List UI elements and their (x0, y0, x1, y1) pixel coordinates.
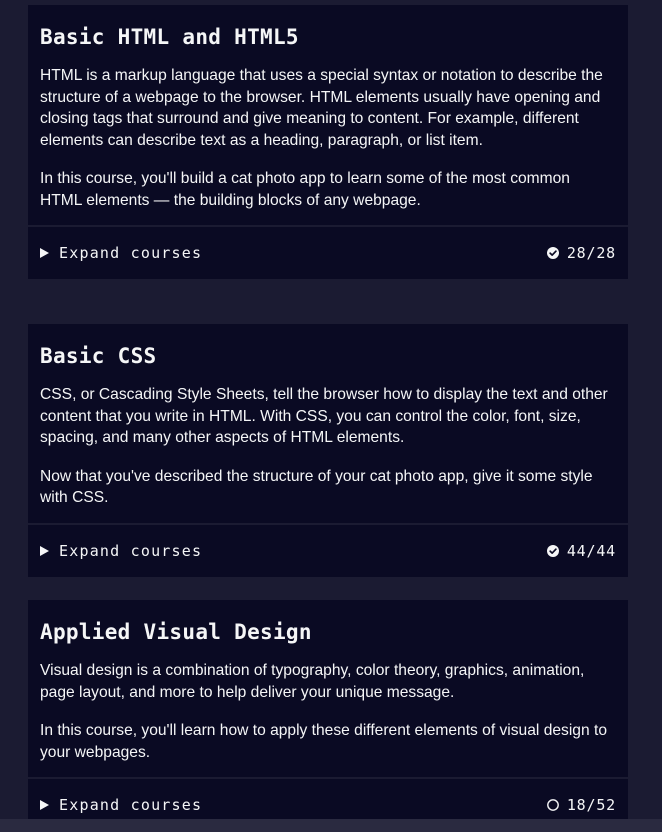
block-description-paragraph: Visual design is a combination of typogr… (40, 662, 585, 701)
page-bottom-edge (0, 819, 662, 832)
block-description: CSS, or Cascading Style Sheets, tell the… (40, 384, 616, 509)
block-title: Basic HTML and HTML5 (40, 25, 299, 49)
block-title: Applied Visual Design (40, 620, 312, 644)
block-description: HTML is a markup language that uses a sp… (40, 65, 616, 211)
expand-courses-label: Expand courses (59, 541, 203, 560)
block-applied-visual-design: Applied Visual Design Visual design is a… (28, 600, 628, 831)
triangle-right-icon (40, 248, 49, 258)
progress-text: 18/52 (566, 796, 616, 814)
triangle-right-icon (40, 800, 49, 810)
progress-text: 44/44 (566, 541, 616, 560)
block-description-paragraph: In this course, you'll build a cat photo… (40, 170, 570, 209)
block-description-paragraph: Now that you've described the structure … (40, 467, 593, 507)
check-circle-icon (546, 544, 559, 557)
expand-courses-button[interactable]: Expand courses 44/44 (28, 525, 628, 577)
expand-courses-button[interactable]: Expand courses 28/28 (28, 227, 628, 279)
block-description: Visual design is a combination of typogr… (40, 660, 616, 763)
expand-courses-control: Expand courses (40, 542, 202, 560)
block-header: Basic CSS CSS, or Cascading Style Sheets… (28, 324, 628, 523)
progress-count: 44/44 (546, 541, 616, 560)
progress-count: 28/28 (546, 244, 616, 262)
check-circle-icon (546, 247, 559, 259)
block-basic-css: Basic CSS CSS, or Cascading Style Sheets… (28, 324, 628, 577)
block-description-paragraph: In this course, you'll learn how to appl… (40, 722, 607, 761)
empty-circle-icon (546, 799, 559, 811)
progress-text: 28/28 (566, 244, 616, 262)
block-description-paragraph: CSS, or Cascading Style Sheets, tell the… (40, 386, 608, 446)
block-header: Applied Visual Design Visual design is a… (28, 600, 628, 777)
expand-courses-control: Expand courses (40, 244, 202, 262)
triangle-right-icon (40, 545, 49, 556)
progress-count: 18/52 (546, 796, 616, 814)
block-basic-html: Basic HTML and HTML5 HTML is a markup la… (28, 5, 628, 279)
block-description-paragraph: HTML is a markup language that uses a sp… (40, 67, 603, 149)
block-header: Basic HTML and HTML5 HTML is a markup la… (28, 5, 628, 225)
expand-courses-label: Expand courses (59, 244, 203, 262)
block-title: Basic CSS (40, 344, 157, 368)
expand-courses-label: Expand courses (59, 796, 203, 814)
expand-courses-control: Expand courses (40, 796, 202, 814)
curriculum-page: Basic HTML and HTML5 HTML is a markup la… (0, 0, 662, 832)
